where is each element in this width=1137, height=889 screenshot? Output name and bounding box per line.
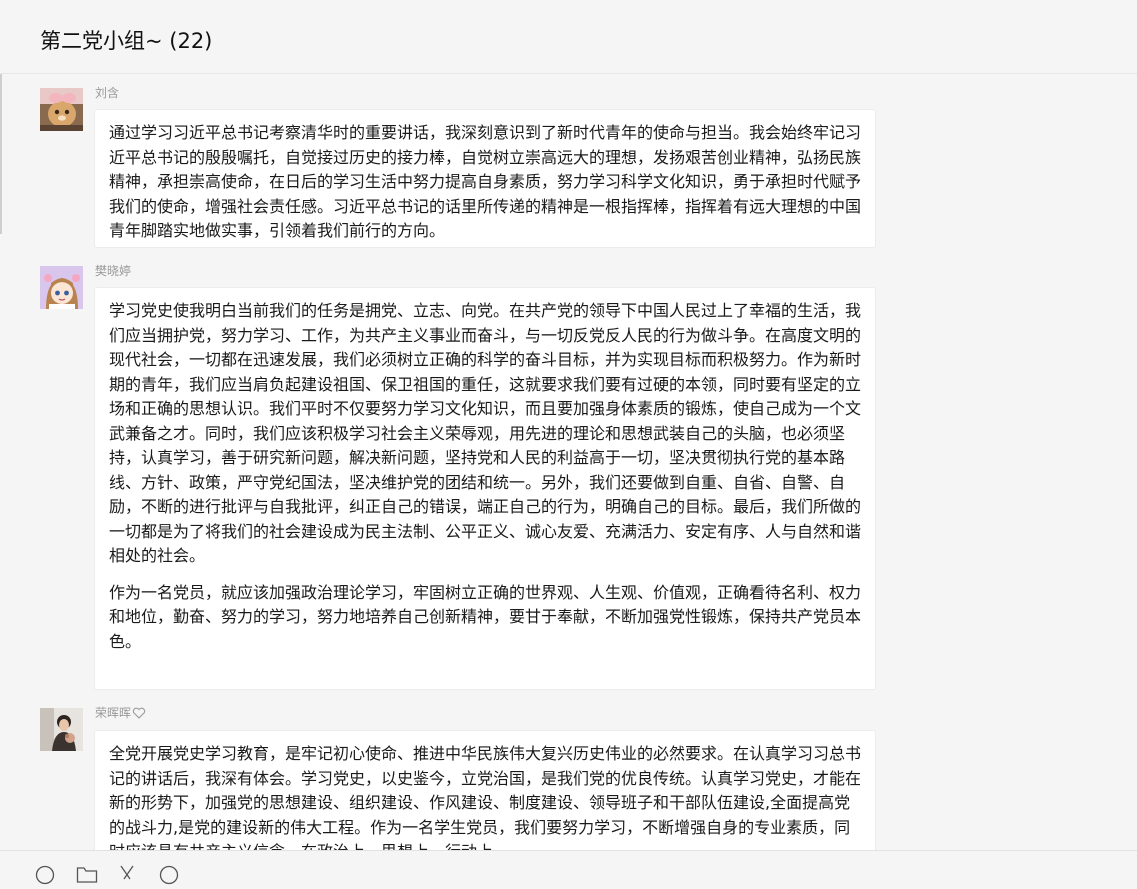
avatar[interactable] [40, 708, 83, 751]
message-text: 通过学习习近平总书记考察清华时的重要讲话，我深刻意识到了新时代青年的使命与担当。… [109, 123, 862, 240]
scissors-icon[interactable] [118, 865, 136, 889]
sender-name: 刘含 [95, 86, 120, 100]
chat-header: 第二党小组~ (22) [0, 0, 1137, 74]
message-text: 作为一名党员，就应该加强政治理论学习，牢固树立正确的世界观、人生观、价值观，正确… [109, 582, 862, 651]
sender-name: 荣晖晖 [95, 705, 146, 723]
message-bubble[interactable]: 全党开展党史学习教育，是牢记初心使命、推进中华民族伟大复兴历史伟业的必然要求。在… [94, 730, 876, 850]
input-toolbar [0, 850, 1137, 885]
emoji-icon[interactable] [35, 865, 55, 889]
folder-icon[interactable] [76, 865, 98, 889]
message-text: 学习党史使我明白当前我们的任务是拥党、立志、向党。在共产党的领导下中国人民过上了… [109, 301, 862, 565]
message-text: 全党开展党史学习教育，是牢记初心使命、推进中华民族伟大复兴历史伟业的必然要求。在… [109, 744, 862, 850]
chat-title[interactable]: 第二党小组~ (22) [40, 27, 212, 55]
avatar[interactable] [40, 266, 83, 309]
sender-name-text: 荣晖晖 [95, 706, 132, 720]
avatar[interactable] [40, 88, 83, 131]
message-bubble[interactable]: 学习党史使我明白当前我们的任务是拥党、立志、向党。在共产党的领导下中国人民过上了… [94, 287, 876, 690]
message-list[interactable]: 刘含 通过学习习近平总书记考察清华时的重要讲话，我深刻意识到了新时代青年的使命与… [0, 74, 1137, 850]
message-bubble[interactable]: 通过学习习近平总书记考察清华时的重要讲话，我深刻意识到了新时代青年的使命与担当。… [94, 109, 876, 248]
heart-icon [132, 707, 146, 723]
chat-history-icon[interactable] [158, 865, 180, 889]
sender-name: 樊晓婷 [95, 264, 132, 278]
